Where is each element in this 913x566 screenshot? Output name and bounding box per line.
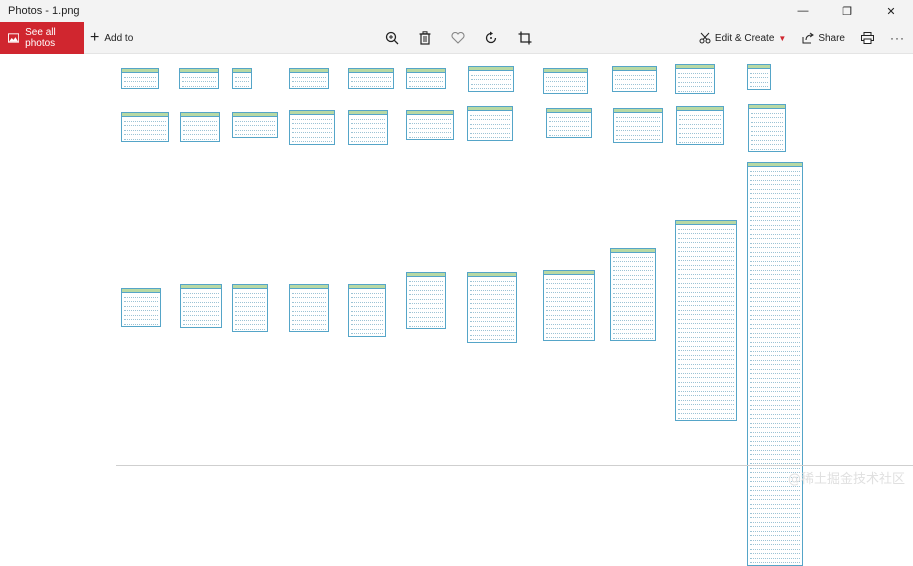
add-to-button[interactable]: + Add to (90, 22, 133, 54)
add-to-label: Add to (104, 33, 133, 44)
crop-icon[interactable] (516, 29, 534, 47)
schema-table (610, 248, 656, 341)
schema-table (289, 110, 335, 145)
schema-table (675, 220, 737, 421)
rotate-icon[interactable] (482, 29, 500, 47)
watermark-text: @稀土掘金技术社区 (788, 468, 905, 487)
share-label: Share (818, 33, 845, 44)
more-dots-icon: ··· (890, 31, 905, 45)
schema-table (543, 270, 595, 341)
schema-table (543, 68, 588, 94)
schema-table (675, 64, 715, 94)
schema-table (121, 112, 169, 142)
title-bar: Photos - 1.png — ❐ ✕ (0, 0, 913, 22)
edit-scissors-icon (699, 32, 711, 44)
image-canvas (116, 62, 806, 464)
schema-table (348, 110, 388, 145)
window-title: Photos - 1.png (8, 5, 781, 17)
schema-table (121, 68, 159, 89)
schema-table (546, 108, 592, 138)
plus-icon: + (90, 30, 99, 46)
see-all-photos-button[interactable]: See all photos (0, 22, 84, 54)
photos-icon (8, 33, 19, 43)
edit-create-label: Edit & Create (715, 33, 774, 44)
maximize-button[interactable]: ❐ (825, 0, 869, 22)
minimize-button[interactable]: — (781, 0, 825, 22)
toolbar: See all photos + Add to Edit & Create ▼ … (0, 22, 913, 54)
schema-table (676, 106, 724, 145)
schema-table (406, 110, 454, 140)
favorite-heart-icon[interactable] (449, 29, 467, 47)
schema-table (467, 106, 513, 141)
schema-table (468, 66, 514, 92)
more-options-button[interactable]: ··· (882, 22, 913, 54)
schema-table (747, 64, 771, 90)
share-icon (802, 32, 814, 44)
schema-table (348, 284, 386, 337)
zoom-icon[interactable] (383, 29, 401, 47)
schema-table (613, 108, 663, 143)
schema-table (406, 68, 446, 89)
schema-table (612, 66, 657, 92)
print-button[interactable] (853, 22, 882, 54)
see-all-photos-label: See all photos (25, 27, 84, 49)
share-button[interactable]: Share (794, 22, 853, 54)
schema-table (406, 272, 446, 329)
schema-table (180, 112, 220, 142)
close-button[interactable]: ✕ (869, 0, 913, 22)
schema-table (467, 272, 517, 343)
edit-create-button[interactable]: Edit & Create ▼ (691, 22, 794, 54)
schema-table (348, 68, 394, 89)
chevron-down-icon: ▼ (778, 34, 786, 43)
image-bottom-edge (116, 465, 913, 466)
schema-table (232, 68, 252, 89)
schema-table (748, 104, 786, 152)
schema-table (289, 284, 329, 332)
schema-table (180, 284, 222, 328)
schema-table (232, 284, 268, 332)
print-icon (861, 32, 874, 44)
schema-table (232, 112, 278, 138)
delete-icon[interactable] (416, 29, 434, 47)
schema-table (747, 162, 803, 566)
schema-table (289, 68, 329, 89)
schema-table (179, 68, 219, 89)
schema-table (121, 288, 161, 327)
